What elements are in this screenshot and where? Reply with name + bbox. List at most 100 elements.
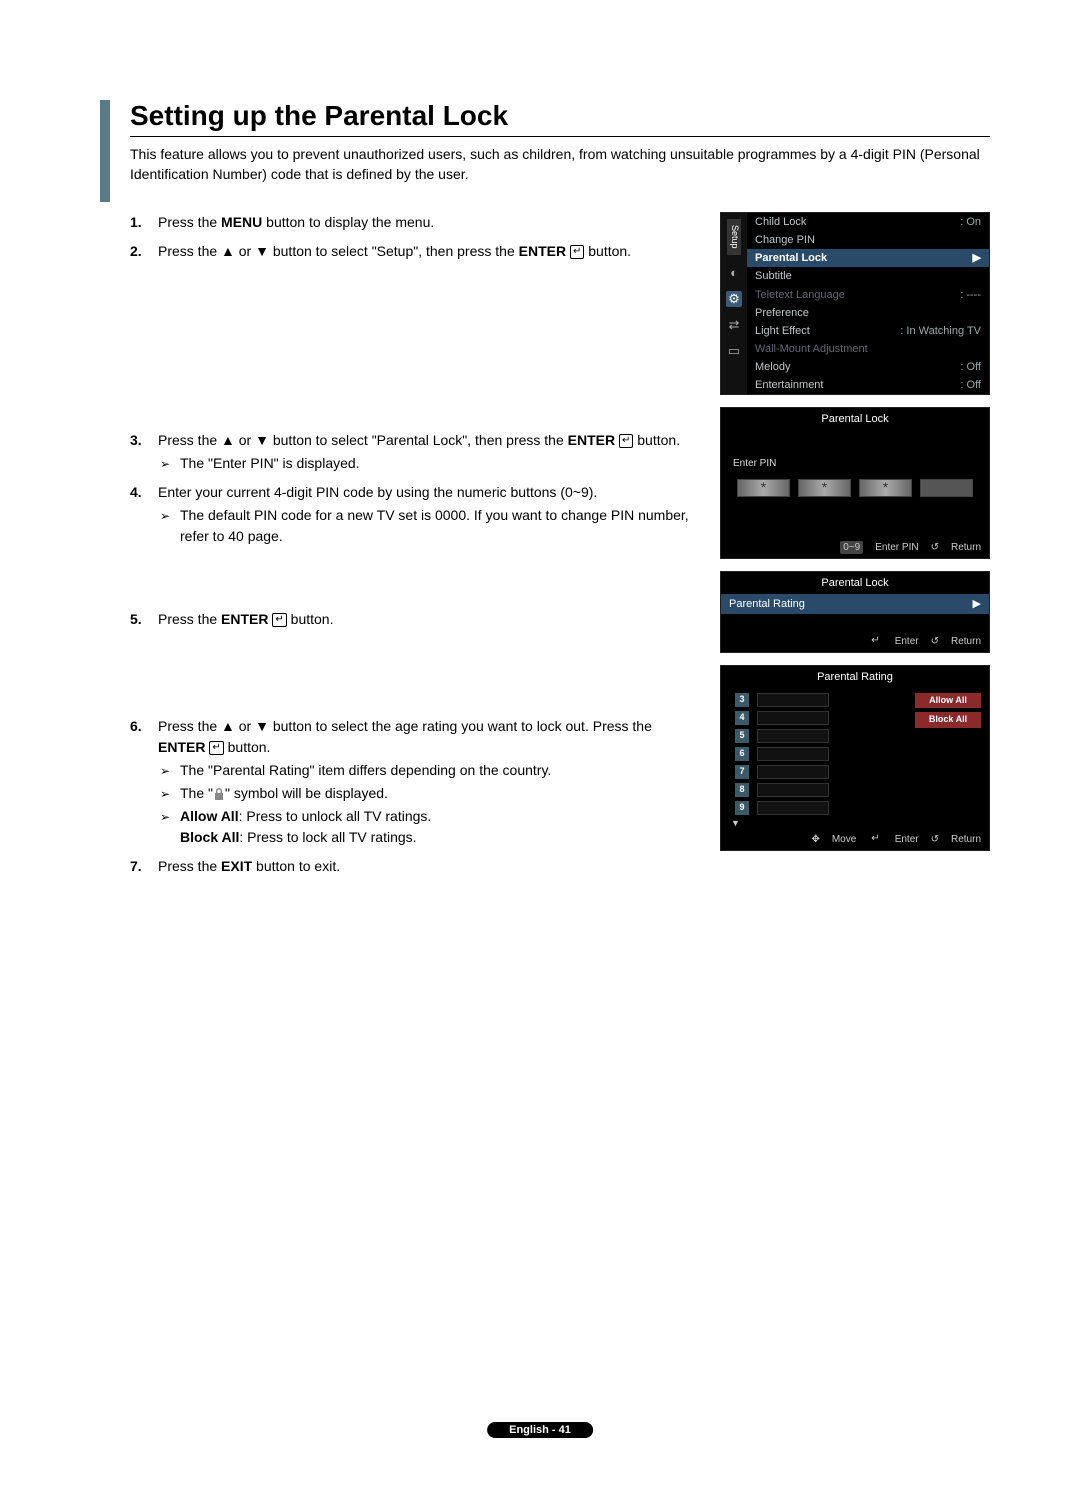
rating-bar [757, 801, 829, 815]
numeric-hint-badge: 0~9 [840, 541, 863, 554]
menu-item-label: Melody [755, 361, 960, 373]
setup-tab-label: Setup [727, 219, 741, 255]
rating-bar [757, 783, 829, 797]
step-text: Press the ▲ or ▼ button to select the ag… [158, 718, 652, 734]
footer-enter: Enter [895, 834, 919, 845]
footer-return: Return [951, 636, 981, 647]
allow-all-button[interactable]: Allow All [915, 693, 981, 709]
menu-item-parental-lock[interactable]: Parental Lock▶ [747, 249, 989, 267]
osd-enter-pin: Parental Lock Enter PIN * * * 0~9 Enter … [720, 407, 990, 559]
step-text: button. [584, 243, 631, 259]
footer-return: Return [951, 834, 981, 845]
menu-item-label: Child Lock [755, 216, 960, 228]
menu-item-value: : ---- [960, 289, 981, 301]
block-all-button[interactable]: Block All [915, 712, 981, 728]
step-text: button to exit. [252, 858, 340, 874]
step-text: button. [224, 739, 271, 755]
move-icon: ✥ [811, 834, 819, 845]
rating-number: 3 [735, 693, 749, 707]
menu-item-label: Wall-Mount Adjustment [755, 343, 981, 355]
step-6-sub2: The "" symbol will be displayed. [158, 783, 700, 804]
rating-item-6[interactable]: 6 [727, 745, 907, 763]
menu-item-change-pin[interactable]: Change PIN [747, 231, 989, 249]
step-6-sub3: Allow All: Press to unlock all TV rating… [158, 806, 700, 848]
step-6-sub1: The "Parental Rating" item differs depen… [158, 760, 700, 781]
step-text: Enter your current 4-digit PIN code by u… [158, 484, 597, 500]
enter-icon: ↵ [570, 245, 584, 259]
application-icon: ▭ [726, 343, 742, 359]
menu-item-wall-mount-adjustment[interactable]: Wall-Mount Adjustment [747, 340, 989, 358]
step-5: Press the ENTER ↵ button. [130, 609, 700, 630]
enter-icon: ↵ [209, 741, 223, 755]
osd-title: Parental Rating [721, 666, 989, 688]
menu-item-label: Preference [755, 307, 981, 319]
footer-return: Return [951, 542, 981, 553]
footer-enter-pin: Enter PIN [875, 542, 918, 553]
menu-item-label: Entertainment [755, 379, 960, 391]
rating-item-4[interactable]: 4 [727, 709, 907, 727]
step-text: button to display the menu. [262, 214, 434, 230]
pin-input-row: * * * [721, 473, 989, 537]
menu-item-value: : Off [960, 379, 981, 391]
step-text: Press the ▲ or ▼ button to select "Paren… [158, 432, 568, 448]
menu-item-label: Change PIN [755, 234, 981, 246]
rating-item-9[interactable]: 9 [727, 799, 907, 817]
menu-item-melody[interactable]: Melody: Off [747, 358, 989, 376]
footer-move: Move [832, 834, 856, 845]
enter-label: ENTER [568, 432, 615, 448]
title-accent-bar [100, 100, 110, 202]
rating-number: 6 [735, 747, 749, 761]
rating-bar [757, 693, 829, 707]
return-icon: ↺ [931, 834, 939, 845]
parental-rating-item[interactable]: Parental Rating ▶ [721, 594, 989, 614]
footer-enter: Enter [895, 636, 919, 647]
menu-item-preference[interactable]: Preference [747, 304, 989, 322]
menu-item-subtitle[interactable]: Subtitle [747, 267, 989, 285]
menu-item-teletext-language[interactable]: Teletext Language: ---- [747, 286, 989, 304]
osd-parental-rating-select: Parental Lock Parental Rating ▶ ↵ Enter … [720, 571, 990, 653]
step-text: Press the [158, 214, 221, 230]
pin-digit-1[interactable]: * [737, 479, 790, 497]
gear-icon: ⚙ [726, 291, 742, 307]
enter-icon: ↵ [272, 613, 286, 627]
step-4: Enter your current 4-digit PIN code by u… [130, 482, 700, 547]
menu-item-label: Parental Lock [755, 252, 967, 264]
step-7: Press the EXIT button to exit. [130, 856, 700, 877]
rating-item-8[interactable]: 8 [727, 781, 907, 799]
osd-title: Parental Lock [721, 408, 989, 430]
exit-label: EXIT [221, 858, 252, 874]
pin-digit-3[interactable]: * [859, 479, 912, 497]
osd-setup-menu: Setup ◐ ⚙ ⇄ ▭ Child Lock: On Change PIN Pa… [720, 212, 990, 395]
step-text: Press the [158, 611, 221, 627]
step-4-sub1: The default PIN code for a new TV set is… [158, 505, 700, 547]
rating-item-5[interactable]: 5 [727, 727, 907, 745]
rating-number: 4 [735, 711, 749, 725]
rating-bar [757, 747, 829, 761]
menu-item-light-effect[interactable]: Light Effect: In Watching TV [747, 322, 989, 340]
menu-button-label: MENU [221, 214, 262, 230]
rating-item-7[interactable]: 7 [727, 763, 907, 781]
rating-number: 7 [735, 765, 749, 779]
step-6: Press the ▲ or ▼ button to select the ag… [130, 716, 700, 848]
pin-digit-4[interactable] [920, 479, 973, 497]
enter-icon: ↵ [868, 634, 882, 648]
step-text: button. [287, 611, 334, 627]
pin-digit-2[interactable]: * [798, 479, 851, 497]
menu-item-child-lock[interactable]: Child Lock: On [747, 213, 989, 231]
lock-icon [213, 787, 225, 801]
menu-item-value: : Off [960, 361, 981, 373]
page-title: Setting up the Parental Lock [130, 100, 990, 137]
return-icon: ↺ [931, 636, 939, 647]
menu-item-value: : In Watching TV [900, 325, 981, 337]
parental-rating-label: Parental Rating [729, 598, 805, 610]
return-icon: ↺ [931, 542, 939, 553]
step-2: Press the ▲ or ▼ button to select "Setup… [130, 241, 700, 262]
rating-item-3[interactable]: 3 [727, 691, 907, 709]
step-text: button. [633, 432, 680, 448]
input-icon: ⇄ [726, 317, 742, 333]
picture-icon: ◐ [726, 265, 742, 281]
enter-icon: ↵ [619, 434, 633, 448]
menu-item-entertainment[interactable]: Entertainment: Off [747, 376, 989, 394]
menu-item-label: Teletext Language [755, 289, 960, 301]
rating-bar [757, 711, 829, 725]
